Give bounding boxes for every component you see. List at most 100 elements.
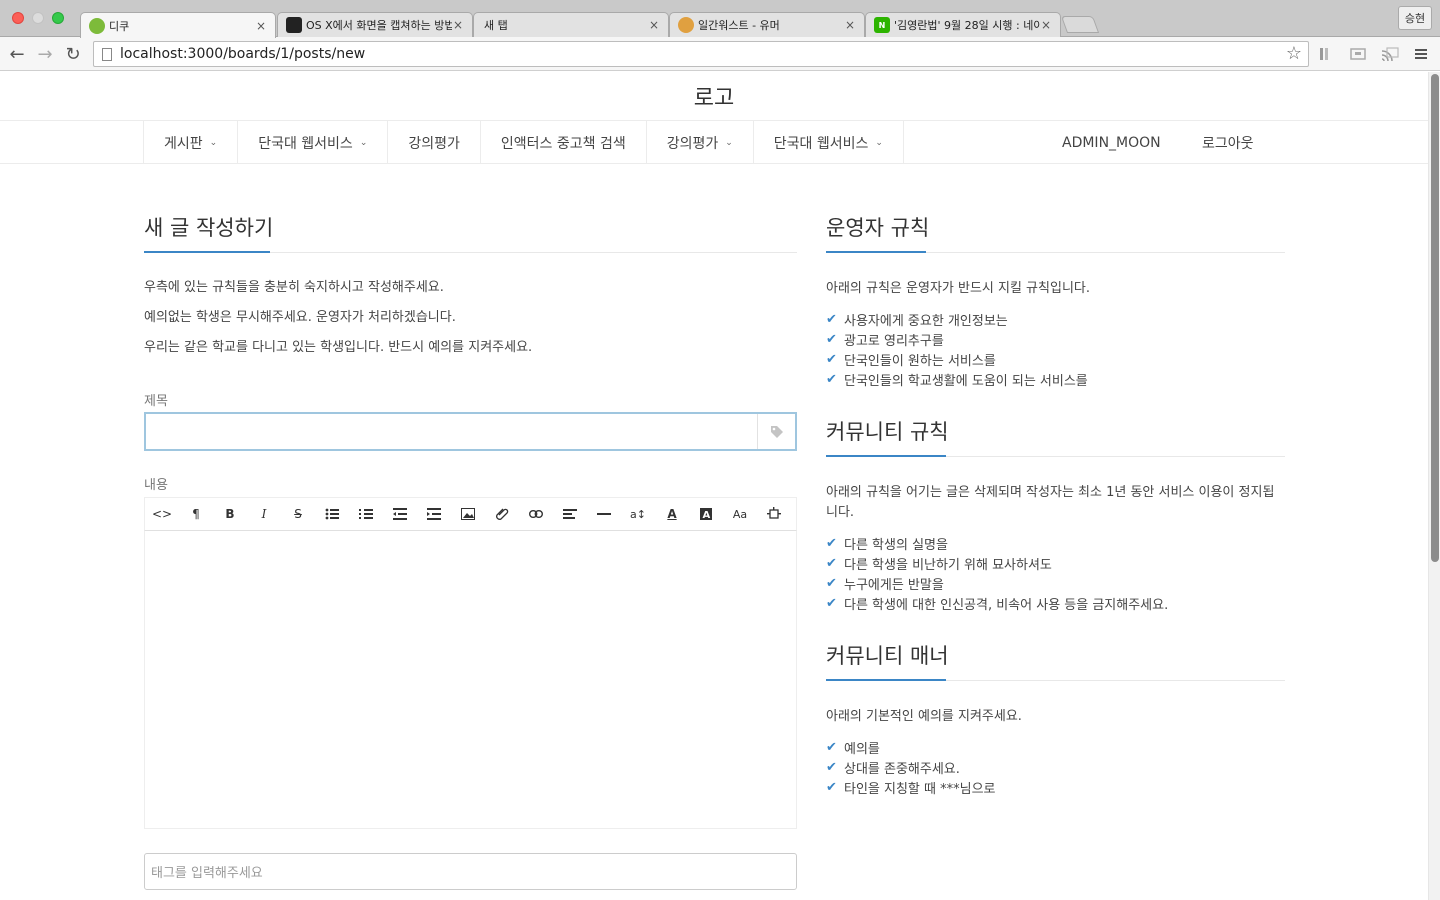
rule-text: 상대를 존중해주세요. <box>844 761 960 777</box>
italic-icon[interactable]: I <box>247 498 281 530</box>
nav-item-lecture-review[interactable]: 강의평가 <box>387 121 480 164</box>
check-icon: ✔ <box>826 555 837 571</box>
bold-icon[interactable]: B <box>213 498 247 530</box>
window-close-icon[interactable] <box>12 12 24 24</box>
nav-label: 게시판 <box>164 135 203 152</box>
community-rules: 커뮤니티 규칙 아래의 규칙을 어기는 글은 삭제되며 작성자는 최소 1년 동… <box>826 416 1285 613</box>
nav-label: 단국대 웹서비스 <box>258 135 353 152</box>
extension-bars-icon[interactable] <box>1318 46 1336 62</box>
editor-toolbar: <> ¶ B I S a↕ A A Aa <box>144 497 797 531</box>
nav-label: 단국대 웹서비스 <box>773 135 869 152</box>
rule-text: 사용자에게 중요한 개인정보는 <box>844 313 1008 329</box>
title-input[interactable] <box>144 412 797 451</box>
attachment-icon[interactable] <box>485 498 519 530</box>
ordered-list-icon[interactable] <box>349 498 383 530</box>
nav-item-dku-webservice[interactable]: 단국대 웹서비스 ⌄ <box>237 121 387 164</box>
rule-text: 다른 학생을 비난하기 위해 묘사하셔도 <box>844 557 1052 573</box>
section-heading-text: 운영자 규칙 <box>826 216 930 240</box>
strikethrough-icon[interactable]: S <box>281 498 315 530</box>
user-name-link[interactable]: ADMIN_MOON <box>1062 121 1161 164</box>
window-minimize-icon[interactable] <box>32 12 44 24</box>
tab-title: 디쿠 <box>109 19 130 33</box>
rule-text: 예의를 <box>844 741 880 757</box>
tab-close-icon[interactable]: × <box>1040 18 1052 32</box>
nav-item-enactus-book-search[interactable]: 인액터스 중고책 검색 <box>479 121 646 164</box>
profile-button[interactable]: 승현 <box>1398 6 1432 30</box>
tab-close-icon[interactable]: × <box>648 18 660 32</box>
tab-close-icon[interactable]: × <box>255 19 267 33</box>
menu-icon[interactable] <box>1412 46 1430 62</box>
browser-tab[interactable]: 새 탭 × <box>473 12 669 37</box>
page-scrollbar[interactable] <box>1428 72 1440 900</box>
intro-line: 예의없는 학생은 무시해주세요. 운영자가 처리하겠습니다. <box>144 310 456 325</box>
list-item: ✔ 예의를 <box>826 737 1285 757</box>
image-icon[interactable] <box>451 498 485 530</box>
paragraph-icon[interactable]: ¶ <box>179 498 213 530</box>
logout-link[interactable]: 로그아웃 <box>1202 121 1254 164</box>
nav-item-dku-webservice-2[interactable]: 단국대 웹서비스 ⌄ <box>752 121 904 164</box>
font-color-icon[interactable]: A <box>655 498 689 530</box>
list-item: ✔ 사용자에게 중요한 개인정보는 <box>826 309 1285 329</box>
site-logo[interactable]: 로고 <box>0 72 1428 120</box>
browser-tab[interactable]: N '김영란법' 9월 28일 시행 : 네이버 × <box>865 12 1061 37</box>
content-editor[interactable] <box>144 531 797 829</box>
site-favicon-icon <box>286 17 302 33</box>
rule-text: 단국인들이 원하는 서비스를 <box>844 353 996 369</box>
rule-text: 단국인들의 학교생활에 도움이 되는 서비스를 <box>844 373 1088 389</box>
form-heading: 새 글 작성하기 <box>144 212 797 253</box>
check-icon: ✔ <box>826 331 837 347</box>
browser-tab[interactable]: 일간워스트 - 유머 × <box>669 12 865 37</box>
table-icon[interactable] <box>757 498 791 530</box>
link-icon[interactable] <box>519 498 553 530</box>
unordered-list-icon[interactable] <box>315 498 349 530</box>
align-left-icon[interactable] <box>553 498 587 530</box>
rule-list: ✔ 사용자에게 중요한 개인정보는 ✔ 광고로 영리추구를 ✔ 단국인들이 원하는 서… <box>826 309 1285 389</box>
section-desc: 아래의 규칙을 어기는 글은 삭제되며 작성자는 최소 1년 동안 서비스 이용… <box>826 485 1275 520</box>
page-icon <box>102 47 112 61</box>
check-icon: ✔ <box>826 311 837 327</box>
rule-text: 다른 학생에 대한 인신공격, 비속어 사용 등을 금지해주세요. <box>844 597 1169 613</box>
new-tab-button[interactable] <box>1060 16 1100 33</box>
section-desc: 아래의 기본적인 예의를 지켜주세요. <box>826 709 1022 724</box>
section-heading: 커뮤니티 매너 <box>826 640 1285 681</box>
check-icon: ✔ <box>826 759 837 775</box>
font-family-icon[interactable]: Aa <box>723 498 757 530</box>
svg-text:A: A <box>703 510 711 520</box>
forward-icon[interactable]: → <box>34 43 56 65</box>
window-maximize-icon[interactable] <box>52 12 64 24</box>
background-color-icon[interactable]: A <box>689 498 723 530</box>
browser-tab[interactable]: OS X에서 화면을 캡쳐하는 방법 × <box>277 12 473 37</box>
extension-window-icon[interactable] <box>1349 46 1367 62</box>
tag-input[interactable]: 태그를 입력해주세요 <box>144 853 797 890</box>
intro-line: 우리는 같은 학교를 다니고 있는 학생입니다. 반드시 예의를 지켜주세요. <box>144 340 533 355</box>
font-size-icon[interactable]: a↕ <box>621 498 655 530</box>
cast-icon[interactable] <box>1381 46 1399 62</box>
browser-tab[interactable]: 디쿠 × <box>80 12 276 38</box>
check-icon: ✔ <box>826 535 837 551</box>
tab-title: OS X에서 화면을 캡쳐하는 방법 <box>306 19 452 32</box>
url-text: localhost:3000/boards/1/posts/new <box>120 46 366 62</box>
heading-underline <box>826 455 946 457</box>
tab-close-icon[interactable]: × <box>844 18 856 32</box>
horizontal-rule-icon[interactable] <box>587 498 621 530</box>
bookmark-star-icon[interactable]: ☆ <box>1286 43 1302 64</box>
rule-text: 누구에게든 반말을 <box>844 577 944 593</box>
tab-close-icon[interactable]: × <box>452 18 464 32</box>
scrollbar-thumb[interactable] <box>1431 74 1439 562</box>
nav-item-lecture-review-dropdown[interactable]: 강의평가 ⌄ <box>645 121 753 164</box>
back-icon[interactable]: ← <box>6 43 28 65</box>
reload-icon[interactable]: ↻ <box>62 43 84 65</box>
check-icon: ✔ <box>826 779 837 795</box>
tab-title: '김영란법' 9월 28일 시행 : 네이버 <box>894 19 1040 32</box>
code-view-icon[interactable]: <> <box>145 498 179 530</box>
outdent-icon[interactable] <box>383 498 417 530</box>
tag-icon[interactable] <box>757 414 795 449</box>
indent-icon[interactable] <box>417 498 451 530</box>
nav-label: 인액터스 중고책 검색 <box>500 135 626 152</box>
chevron-down-icon: ⌄ <box>725 137 733 148</box>
check-icon: ✔ <box>826 739 837 755</box>
nav-item-board[interactable]: 게시판 ⌄ <box>143 121 237 164</box>
title-label: 제목 <box>144 394 168 409</box>
address-bar[interactable]: localhost:3000/boards/1/posts/new ☆ <box>93 41 1309 67</box>
operator-rules: 운영자 규칙 아래의 규칙은 운영자가 반드시 지킬 규칙입니다. ✔ 사용자에게… <box>826 212 1285 389</box>
